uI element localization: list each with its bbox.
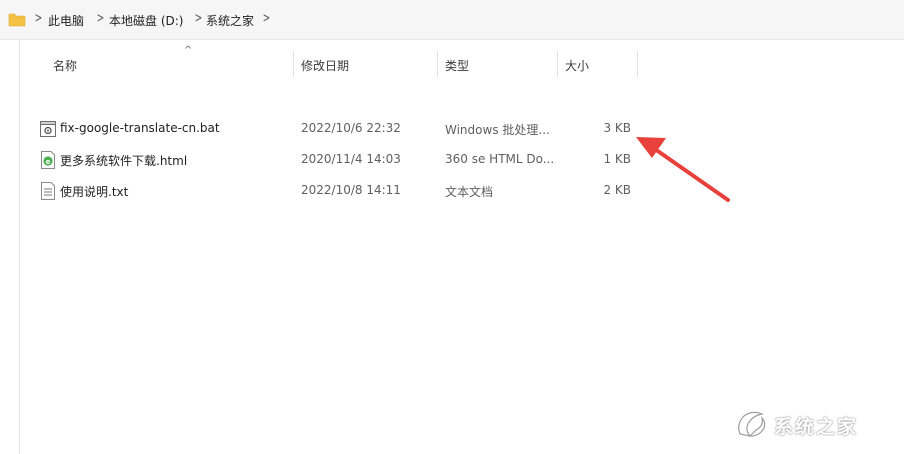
file-explorer-window: > 此电脑 > 本地磁盘 (D:) > 系统之家 > ^ 名称 修改日期 类型 … bbox=[0, 0, 904, 454]
watermark-logo-icon bbox=[738, 411, 766, 437]
watermark: 系统之家 bbox=[734, 408, 894, 442]
watermark-text: 系统之家 bbox=[774, 416, 859, 438]
annotation-arrow-icon bbox=[636, 137, 730, 202]
